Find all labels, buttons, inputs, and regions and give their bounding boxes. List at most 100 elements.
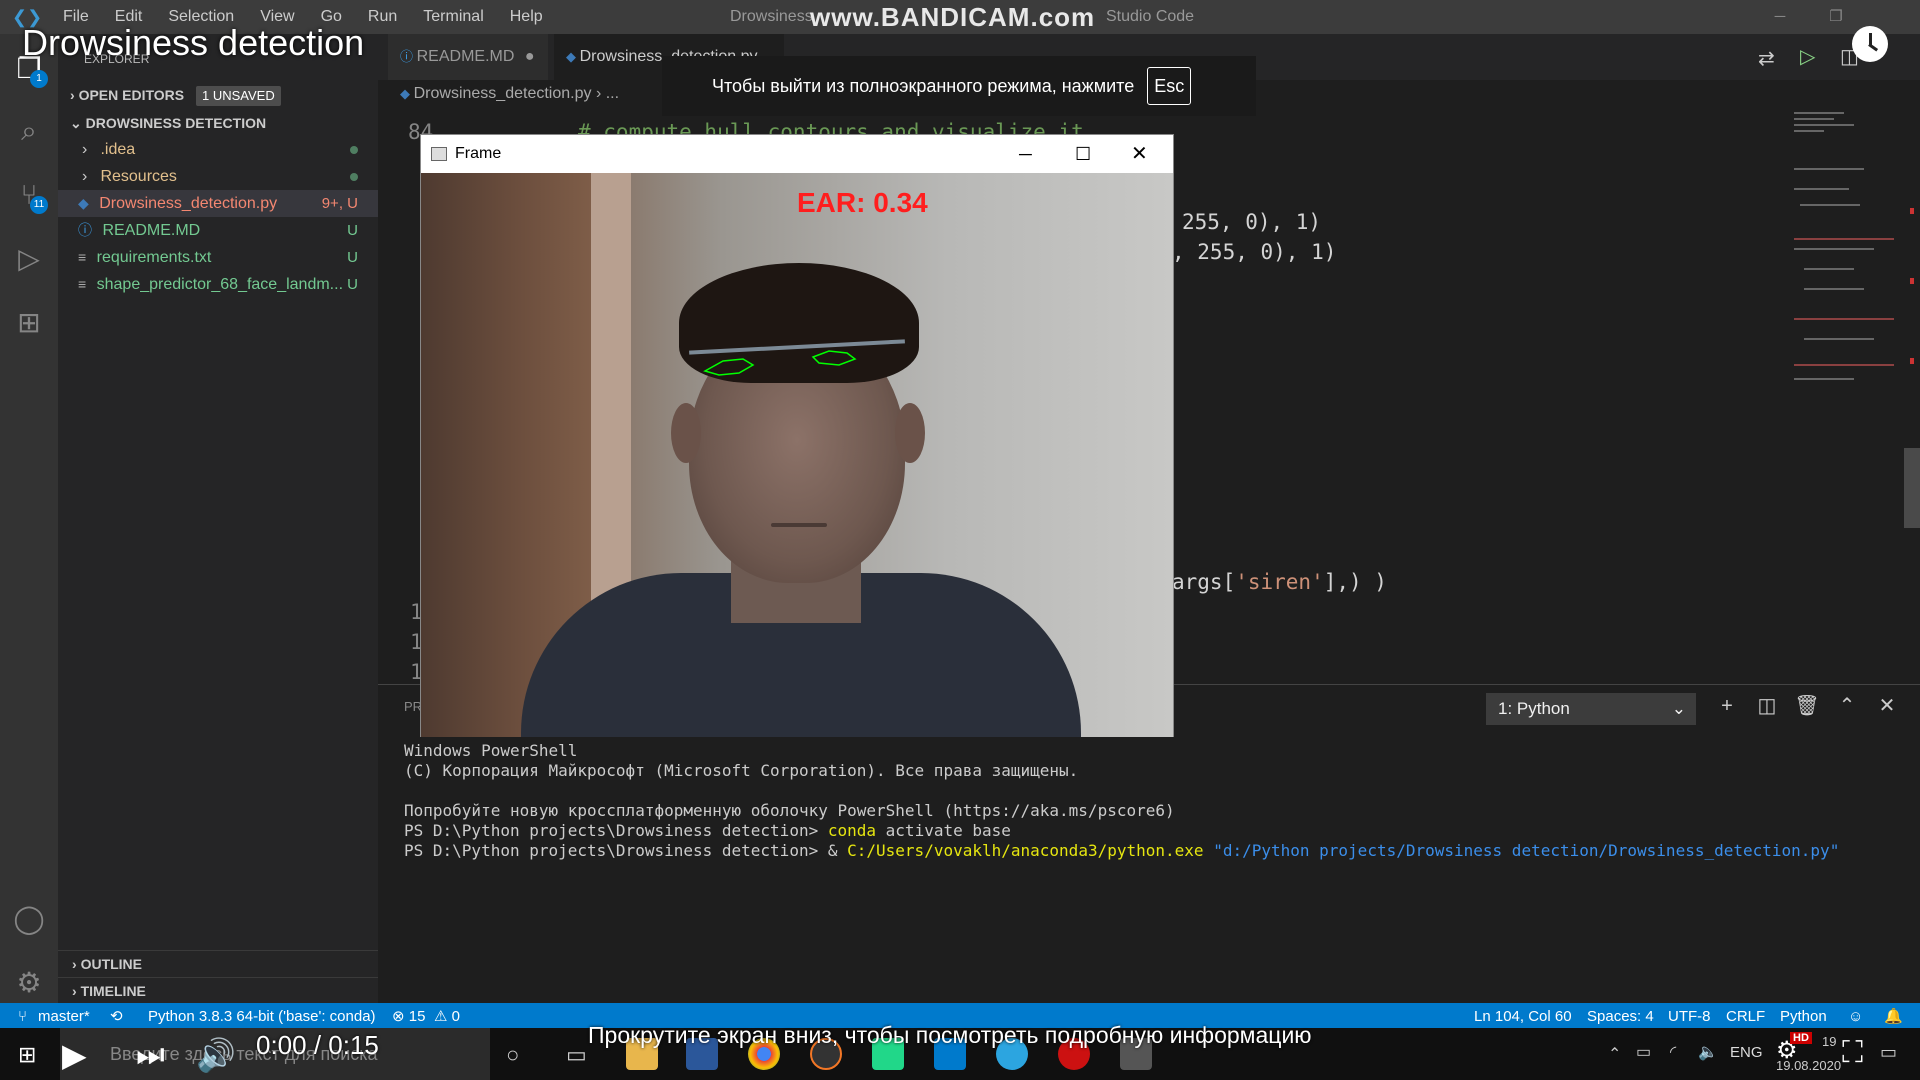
search-icon[interactable]: ⌕ bbox=[10, 112, 48, 150]
play-icon[interactable]: ▶ bbox=[62, 1036, 87, 1074]
tree-item-resources[interactable]: › Resources bbox=[58, 163, 378, 190]
exit-fullscreen-icon[interactable]: ⛶ bbox=[1842, 1036, 1863, 1070]
restore-icon[interactable]: ❐ bbox=[1808, 0, 1864, 34]
settings-gear-icon[interactable]: ⚙ bbox=[10, 964, 48, 1002]
terminal-select[interactable]: 1: Python ⌄ bbox=[1486, 693, 1696, 725]
frame-title: Frame bbox=[455, 145, 502, 162]
clock-date: 19.08.2020 bbox=[1776, 1058, 1842, 1073]
breadcrumb-more[interactable]: ... bbox=[606, 85, 619, 102]
maximize-panel-icon[interactable]: ⌃ bbox=[1832, 691, 1862, 721]
video-title[interactable]: Drowsiness detection bbox=[22, 22, 364, 64]
tray-chevron-icon[interactable]: ⌃ bbox=[1608, 1044, 1621, 1064]
minimize-icon[interactable]: ─ bbox=[1752, 0, 1808, 34]
windows-start-icon[interactable]: ⊞ bbox=[18, 1042, 36, 1068]
tree-item-shape-predictor[interactable]: ≡ shape_predictor_68_face_landm... U bbox=[58, 271, 378, 298]
wifi-icon[interactable]: ◜ bbox=[1670, 1042, 1676, 1062]
encoding[interactable]: UTF-8 bbox=[1668, 1003, 1711, 1031]
hd-badge: HD bbox=[1790, 1032, 1812, 1044]
run-file-icon[interactable]: ▷ bbox=[1800, 44, 1815, 69]
account-icon[interactable]: ◯ bbox=[10, 900, 48, 938]
breadcrumb-file[interactable]: Drowsiness_detection.py bbox=[414, 85, 592, 102]
tree-item-drowsiness-py[interactable]: ◆ Drowsiness_detection.py 9+, U bbox=[58, 190, 378, 217]
python-interpreter[interactable]: Python 3.8.3 64-bit ('base': conda) bbox=[148, 1003, 376, 1031]
minimap[interactable] bbox=[1790, 108, 1904, 684]
code-token: args[ bbox=[1172, 570, 1236, 594]
error-marker bbox=[1910, 208, 1914, 214]
tree-item-status: U bbox=[347, 222, 358, 239]
terminal-command: conda bbox=[827, 821, 877, 840]
kill-terminal-icon[interactable]: 🗑 bbox=[1792, 691, 1822, 721]
project-section[interactable]: ⌄ DROWSINESS DETECTION bbox=[58, 110, 378, 136]
error-count[interactable]: ⊗ 15 bbox=[392, 1003, 425, 1031]
scroll-thumb[interactable] bbox=[1904, 448, 1920, 528]
close-panel-icon[interactable]: ✕ bbox=[1872, 691, 1902, 721]
fullscreen-notice-text: Чтобы выйти из полноэкранного режима, на… bbox=[712, 76, 1135, 96]
notification-center-icon[interactable]: ▭ bbox=[1880, 1042, 1897, 1063]
language-mode[interactable]: Python bbox=[1780, 1003, 1827, 1031]
volume-icon[interactable]: 🔊 bbox=[196, 1036, 236, 1074]
cortana-icon[interactable]: ○ bbox=[506, 1042, 519, 1068]
code-token: ],) ) bbox=[1323, 570, 1387, 594]
next-video-icon[interactable]: ⏭ bbox=[136, 1036, 165, 1074]
clock-time: 19 bbox=[1822, 1034, 1837, 1049]
terminal-select-value: 1: Python bbox=[1498, 699, 1570, 718]
notifications-icon[interactable]: 🔔 bbox=[1884, 1003, 1903, 1031]
terminal-command: C:/Users/vovaklh/anaconda3/python.exe bbox=[847, 841, 1204, 860]
info-file-icon: ⓘ bbox=[400, 49, 417, 64]
split-terminal-icon[interactable]: ◫ bbox=[1752, 691, 1782, 721]
explorer-badge: 1 bbox=[30, 70, 48, 88]
bandicam-watermark: www.BANDICAM.com bbox=[810, 2, 1096, 32]
watch-later-icon[interactable] bbox=[1852, 26, 1888, 62]
tree-item-label: .idea bbox=[100, 141, 136, 158]
sync-icon[interactable]: ⟲ bbox=[110, 1003, 123, 1031]
line-ending[interactable]: CRLF bbox=[1726, 1003, 1765, 1031]
timeline-label: TIMELINE bbox=[80, 983, 146, 999]
error-marker bbox=[1910, 278, 1914, 284]
python-file-icon: ◆ bbox=[78, 195, 89, 211]
eye-contours bbox=[703, 350, 857, 376]
dirty-indicator[interactable]: ● bbox=[525, 48, 535, 65]
terminal-line: (C) Корпорация Майкрософт (Microsoft Cor… bbox=[404, 761, 1079, 780]
timeline-section[interactable]: › TIMELINE bbox=[58, 977, 378, 1004]
editor-scrollbar[interactable] bbox=[1904, 108, 1920, 684]
window-title-left: Drowsiness bbox=[730, 8, 813, 25]
minimize-icon[interactable]: ─ bbox=[1019, 135, 1032, 173]
ear-value-label: EAR: 0.34 bbox=[797, 187, 928, 218]
outline-section[interactable]: › OUTLINE bbox=[58, 950, 378, 977]
unsaved-badge: 1 UNSAVED bbox=[196, 86, 281, 106]
compare-changes-icon[interactable]: ⇄ bbox=[1758, 46, 1775, 71]
new-terminal-icon[interactable]: + bbox=[1712, 691, 1742, 721]
code-line: 255, 0), 1) bbox=[1182, 210, 1322, 234]
frame-title-bar[interactable]: Frame ─ ☐ ✕ bbox=[421, 135, 1173, 173]
feedback-icon[interactable]: ☺ bbox=[1848, 1003, 1863, 1031]
tree-item-status: 9+, U bbox=[321, 195, 358, 212]
error-marker bbox=[1910, 358, 1914, 364]
close-icon[interactable]: ✕ bbox=[1131, 135, 1148, 173]
maximize-icon[interactable]: ☐ bbox=[1075, 135, 1091, 173]
warning-count[interactable]: ⚠ 0 bbox=[434, 1003, 460, 1031]
tree-item-label: README.MD bbox=[102, 222, 201, 239]
terminal-prompt: PS D:\Python projects\Drowsiness detecti… bbox=[404, 821, 819, 840]
tree-item-requirements[interactable]: ≡ requirements.txt U bbox=[58, 244, 378, 271]
input-language[interactable]: ENG bbox=[1730, 1044, 1763, 1061]
task-view-icon[interactable]: ▭ bbox=[566, 1042, 587, 1068]
terminal-prompt: PS D:\Python projects\Drowsiness detecti… bbox=[404, 841, 819, 860]
tree-item-readme[interactable]: ⓘ README.MD U bbox=[58, 217, 378, 244]
speaker-icon[interactable]: 🔈 bbox=[1698, 1042, 1718, 1062]
indentation[interactable]: Spaces: 4 bbox=[1587, 1003, 1654, 1031]
code-line: , 255, 0), 1) bbox=[1172, 240, 1337, 264]
menu-terminal[interactable]: Terminal bbox=[410, 8, 496, 26]
open-editors-section[interactable]: › OPEN EDITORS 1 UNSAVED bbox=[58, 82, 378, 108]
tree-item-idea[interactable]: › .idea bbox=[58, 136, 378, 163]
right-ear bbox=[895, 403, 925, 463]
menu-help[interactable]: Help bbox=[497, 8, 556, 26]
run-debug-icon[interactable]: ▷ bbox=[10, 240, 48, 278]
frame-window[interactable]: Frame ─ ☐ ✕ EAR: 0.34 bbox=[420, 134, 1174, 737]
git-branch[interactable]: master* bbox=[38, 1003, 90, 1031]
left-eye-contour bbox=[703, 358, 755, 376]
git-branch-icon: ⑂ bbox=[18, 1008, 28, 1025]
tab-readme[interactable]: ⓘ README.MD ● bbox=[388, 34, 548, 80]
extensions-icon[interactable]: ⊞ bbox=[10, 304, 48, 342]
cursor-position[interactable]: Ln 104, Col 60 bbox=[1474, 1003, 1572, 1031]
tree-item-label: Resources bbox=[100, 168, 177, 185]
